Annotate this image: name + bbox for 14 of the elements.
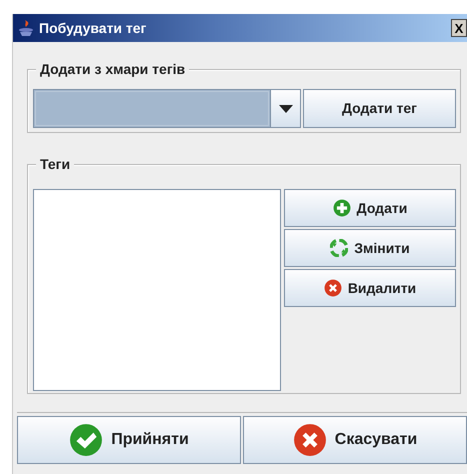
close-button[interactable]: X (451, 19, 467, 37)
window-title: Побудувати тег (39, 18, 146, 38)
app-icon (17, 18, 35, 38)
tag-button[interactable]: Змінити (284, 229, 456, 267)
tag-button[interactable]: Додати (284, 189, 456, 227)
add-tag-button[interactable]: Додати тег (303, 89, 456, 128)
dialog-button[interactable]: Прийняти (17, 416, 241, 464)
check-icon (69, 423, 104, 457)
dialog-button[interactable]: Скасувати (243, 416, 467, 464)
refresh-icon (330, 239, 348, 257)
close-icon (324, 279, 342, 297)
close-icon (292, 423, 327, 457)
tag-button[interactable]: Видалити (284, 269, 456, 307)
plus-icon (332, 199, 351, 217)
